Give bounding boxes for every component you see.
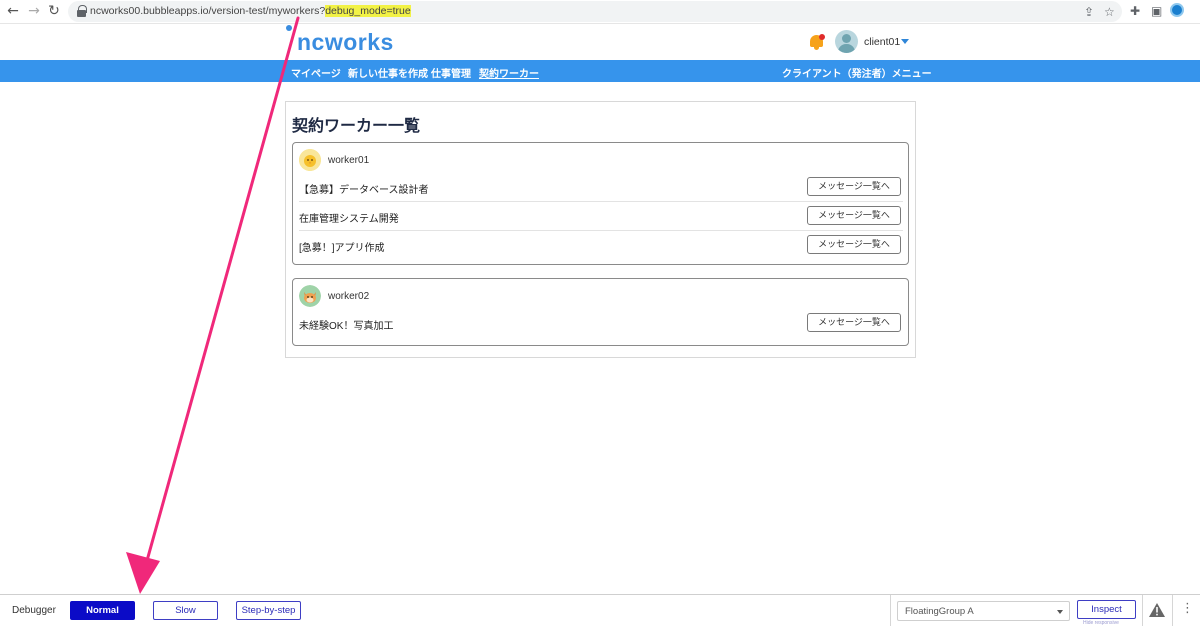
divider [299, 230, 903, 231]
message-list-button[interactable]: メッセージ一覧へ [807, 206, 901, 225]
reload-icon[interactable]: ↻ [45, 2, 63, 20]
divider [299, 201, 903, 202]
divider [1142, 595, 1143, 626]
worker-avatar [299, 149, 321, 171]
bell-icon[interactable] [809, 34, 825, 50]
url-prefix: ncworks00.bubbleapps.io/version-test/myw… [90, 5, 326, 17]
main-nav: マイページ 新しい仕事を作成 仕事管理 契約ワーカー クライアント（発注者）メニ… [0, 60, 1200, 82]
nav-item-contract-workers[interactable]: 契約ワーカー [479, 65, 539, 80]
forward-icon[interactable]: → [25, 2, 43, 20]
job-title: [急募！]アプリ作成 [299, 243, 385, 254]
lock-icon [77, 5, 87, 17]
worker-name: worker02 [328, 291, 370, 302]
username[interactable]: client01 [864, 36, 900, 48]
message-list-button[interactable]: メッセージ一覧へ [807, 235, 901, 254]
nav-item-job-management[interactable]: 仕事管理 [431, 65, 471, 80]
debugger-label: Debugger [12, 605, 56, 616]
logo-dot [286, 25, 292, 31]
inspect-hint: Hide responsive [1083, 620, 1119, 626]
url-text: ncworks00.bubbleapps.io/version-test/myw… [90, 5, 411, 17]
nav-item-mypage[interactable]: マイページ [291, 65, 341, 80]
star-icon[interactable]: ☆ [1104, 5, 1115, 19]
element-select-value: FloatingGroup A [905, 606, 974, 617]
warning-icon[interactable] [1148, 602, 1166, 618]
client-menu[interactable]: クライアント（発注者）メニュー [782, 65, 932, 80]
job-title: 在庫管理システム開発 [299, 214, 399, 225]
address-bar[interactable]: ncworks00.bubbleapps.io/version-test/myw… [68, 1, 1122, 22]
message-list-button[interactable]: メッセージ一覧へ [807, 177, 901, 196]
debugger-bar: Debugger Normal Slow Step-by-step Floati… [0, 594, 1200, 626]
worker-card: worker01 【急募】データベース設計者 メッセージ一覧へ 在庫管理システム… [292, 142, 909, 265]
inspect-button[interactable]: Inspect [1077, 600, 1136, 619]
job-title: 未経験OK！写真加工 [299, 321, 394, 332]
chevron-down-icon[interactable] [901, 39, 909, 44]
profile-icon[interactable] [1170, 3, 1184, 17]
mode-slow-button[interactable]: Slow [153, 601, 218, 620]
divider [890, 595, 891, 626]
back-icon[interactable]: ← [4, 2, 22, 20]
divider [1172, 595, 1173, 626]
message-list-button[interactable]: メッセージ一覧へ [807, 313, 901, 332]
app-logo[interactable]: ncworks [297, 29, 394, 56]
page-title: 契約ワーカー一覧 [292, 118, 421, 135]
chevron-down-icon [1057, 610, 1063, 614]
mode-normal-button[interactable]: Normal [70, 601, 135, 620]
mode-step-by-step-button[interactable]: Step-by-step [236, 601, 301, 620]
worker-name: worker01 [328, 155, 370, 166]
job-title: 【急募】データベース設計者 [299, 185, 429, 196]
browser-toolbar: ← → ↻ ncworks00.bubbleapps.io/version-te… [0, 0, 1200, 24]
url-highlight: debug_mode=true [325, 5, 411, 17]
notification-badge [819, 34, 825, 40]
avatar[interactable] [835, 30, 858, 53]
share-icon[interactable]: ⇪ [1084, 5, 1094, 19]
worker-avatar [299, 285, 321, 307]
more-vertical-icon[interactable]: ⋮ [1181, 602, 1194, 616]
sidebar-icon[interactable]: ▣ [1151, 4, 1162, 18]
extensions-icon[interactable]: ✚ [1130, 4, 1140, 18]
element-select[interactable]: FloatingGroup A [897, 601, 1070, 621]
worker-card: worker02 未経験OK！写真加工 メッセージ一覧へ [292, 278, 909, 346]
nav-item-new-job[interactable]: 新しい仕事を作成 [348, 65, 428, 80]
